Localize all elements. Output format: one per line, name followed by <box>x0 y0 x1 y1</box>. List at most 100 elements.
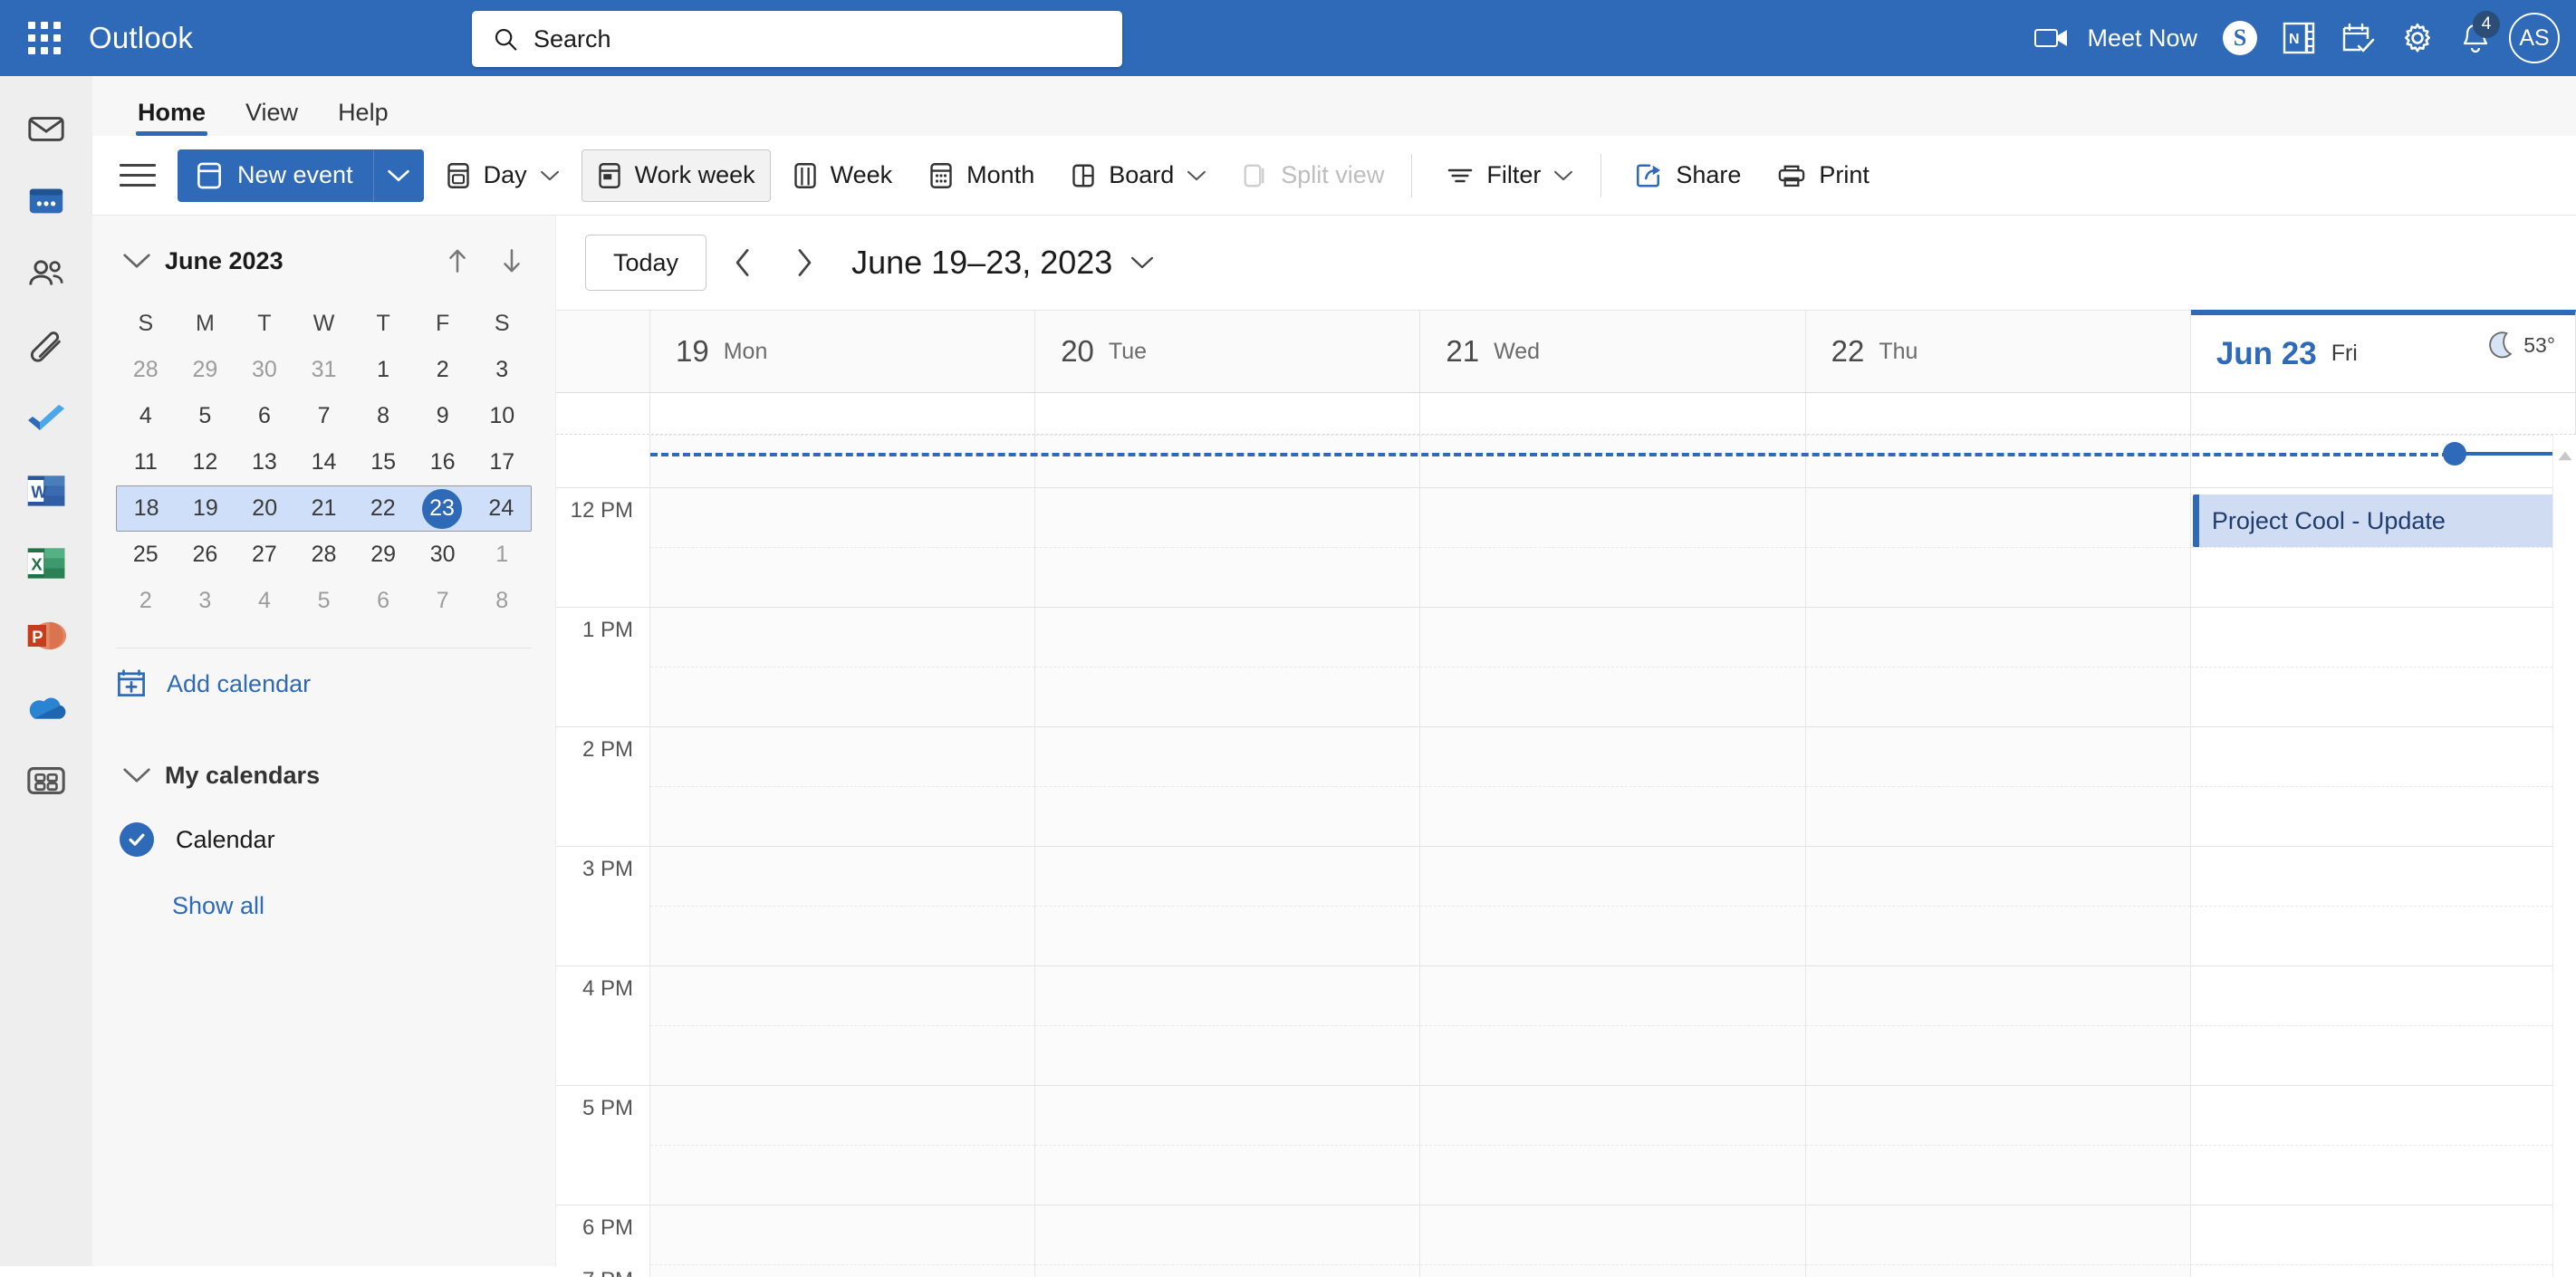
day-column-fri-today[interactable]: Project Cool - Update <box>2190 435 2576 1277</box>
mini-calendar-day[interactable]: 17 <box>472 439 532 485</box>
week-view-button[interactable]: Week <box>778 149 908 202</box>
day-view-button[interactable]: Day <box>431 149 574 202</box>
mini-calendar-day[interactable]: 1 <box>472 532 532 578</box>
new-event-button[interactable]: New event <box>178 149 373 202</box>
board-view-button[interactable]: Board <box>1056 149 1221 202</box>
mini-calendar-day[interactable]: 5 <box>176 393 235 439</box>
app-launcher-grid-icon[interactable] <box>24 17 65 59</box>
mini-calendar-day[interactable]: 30 <box>413 532 473 578</box>
notifications-button[interactable]: 4 <box>2447 0 2504 76</box>
mini-calendar-day[interactable]: 20 <box>235 486 294 531</box>
mini-calendar-day[interactable]: 28 <box>116 347 176 393</box>
previous-period-button[interactable] <box>717 237 768 288</box>
tab-home[interactable]: Home <box>118 99 226 136</box>
day-header-thu[interactable]: 22 Thu <box>1805 311 2191 392</box>
rail-item-people[interactable] <box>14 241 79 306</box>
mini-calendar-day[interactable]: 6 <box>353 578 413 624</box>
rail-item-to-do[interactable] <box>14 386 79 451</box>
mini-calendar-day-today[interactable]: 23 <box>412 486 471 531</box>
mini-calendar-day[interactable]: 26 <box>176 532 235 578</box>
chevron-down-icon[interactable] <box>116 252 158 270</box>
mini-calendar-day[interactable]: 25 <box>116 532 176 578</box>
app-title[interactable]: Outlook <box>89 21 193 55</box>
all-day-cell[interactable] <box>1806 393 2191 434</box>
month-view-button[interactable]: Month <box>914 149 1049 202</box>
mini-calendar-day[interactable]: 29 <box>353 532 413 578</box>
rail-item-powerpoint[interactable]: P <box>14 603 79 668</box>
mini-calendar-day[interactable]: 28 <box>294 532 354 578</box>
rail-item-files[interactable] <box>14 313 79 379</box>
mini-calendar-day[interactable]: 24 <box>472 486 531 531</box>
day-header-wed[interactable]: 21 Wed <box>1420 311 1806 392</box>
mini-calendar-day[interactable]: 9 <box>413 393 473 439</box>
checkmark-icon[interactable] <box>120 822 154 857</box>
mini-calendar-day[interactable]: 22 <box>353 486 412 531</box>
skype-button[interactable]: S <box>2210 0 2270 76</box>
mini-calendar-day[interactable]: 2 <box>116 578 176 624</box>
mini-calendar-day[interactable]: 15 <box>353 439 413 485</box>
print-button[interactable]: Print <box>1763 149 1884 202</box>
today-button[interactable]: Today <box>585 235 707 291</box>
mini-calendar-day[interactable]: 8 <box>353 393 413 439</box>
mini-calendar-day[interactable]: 7 <box>294 393 354 439</box>
mini-calendar-day[interactable]: 27 <box>235 532 294 578</box>
day-column-wed[interactable] <box>1420 435 1806 1277</box>
tasks-button[interactable] <box>2328 0 2388 76</box>
mini-calendar-day[interactable]: 3 <box>472 347 532 393</box>
chevron-down-icon[interactable] <box>116 766 158 784</box>
rail-item-word[interactable]: W <box>14 458 79 523</box>
add-calendar-button[interactable]: Add calendar <box>116 648 532 719</box>
settings-button[interactable] <box>2388 0 2447 76</box>
mini-calendar-day[interactable]: 1 <box>353 347 413 393</box>
tab-help[interactable]: Help <box>318 99 409 136</box>
day-header-tue[interactable]: 20 Tue <box>1035 311 1421 392</box>
mini-calendar-day[interactable]: 12 <box>176 439 235 485</box>
rail-item-all-apps[interactable] <box>14 748 79 813</box>
vertical-scrollbar[interactable] <box>2552 435 2576 1277</box>
share-button[interactable]: Share <box>1621 149 1755 202</box>
mini-calendar-day[interactable]: 4 <box>116 393 176 439</box>
tab-view[interactable]: View <box>226 99 318 136</box>
mini-calendar-day[interactable]: 6 <box>235 393 294 439</box>
mini-calendar-day[interactable]: 16 <box>413 439 473 485</box>
mini-calendar-day[interactable]: 5 <box>294 578 354 624</box>
day-header-mon[interactable]: 19 Mon <box>650 311 1036 392</box>
scroll-up-arrow-icon[interactable] <box>2557 449 2573 462</box>
mini-calendar-day[interactable]: 31 <box>294 347 354 393</box>
filter-button[interactable]: Filter <box>1432 149 1588 202</box>
arrow-down-icon[interactable] <box>492 241 532 281</box>
my-calendars-section[interactable]: My calendars <box>116 743 532 808</box>
calendar-event[interactable]: Project Cool - Update <box>2192 494 2572 547</box>
new-event-caret-button[interactable] <box>372 149 424 202</box>
day-column-tue[interactable] <box>1035 435 1421 1277</box>
all-day-cell-today[interactable] <box>2190 393 2576 434</box>
all-day-cell[interactable] <box>650 393 1036 434</box>
mini-calendar-day[interactable]: 13 <box>235 439 294 485</box>
mini-calendar-day[interactable]: 19 <box>176 486 235 531</box>
work-week-view-button[interactable]: Work week <box>581 149 771 202</box>
mini-calendar-day[interactable]: 11 <box>116 439 176 485</box>
mini-calendar-day[interactable]: 14 <box>294 439 354 485</box>
mini-calendar-day[interactable]: 30 <box>235 347 294 393</box>
meet-now-button[interactable]: Meet Now <box>2022 0 2210 76</box>
mini-calendar-day[interactable]: 7 <box>413 578 473 624</box>
mini-calendar-day[interactable]: 8 <box>472 578 532 624</box>
date-range-picker[interactable]: June 19–23, 2023 <box>851 244 1154 282</box>
rail-item-excel[interactable]: X <box>14 531 79 596</box>
mini-calendar-day[interactable]: 4 <box>235 578 294 624</box>
mini-calendar-day[interactable]: 29 <box>176 347 235 393</box>
next-period-button[interactable] <box>779 237 830 288</box>
hamburger-menu-icon[interactable] <box>114 152 161 199</box>
all-day-cell[interactable] <box>1035 393 1421 434</box>
day-column-thu[interactable] <box>1805 435 2191 1277</box>
mini-calendar-day[interactable]: 10 <box>472 393 532 439</box>
rail-item-calendar[interactable] <box>14 168 79 234</box>
day-header-fri-today[interactable]: Jun 23 Fri 53° <box>2190 310 2576 392</box>
avatar[interactable]: AS <box>2509 13 2560 63</box>
rail-item-mail[interactable] <box>14 96 79 161</box>
arrow-up-icon[interactable] <box>437 241 477 281</box>
all-day-cell[interactable] <box>1420 393 1806 434</box>
onenote-button[interactable]: N <box>2270 0 2328 76</box>
show-all-button[interactable]: Show all <box>116 871 532 940</box>
calendar-list-item[interactable]: Calendar <box>116 808 532 871</box>
